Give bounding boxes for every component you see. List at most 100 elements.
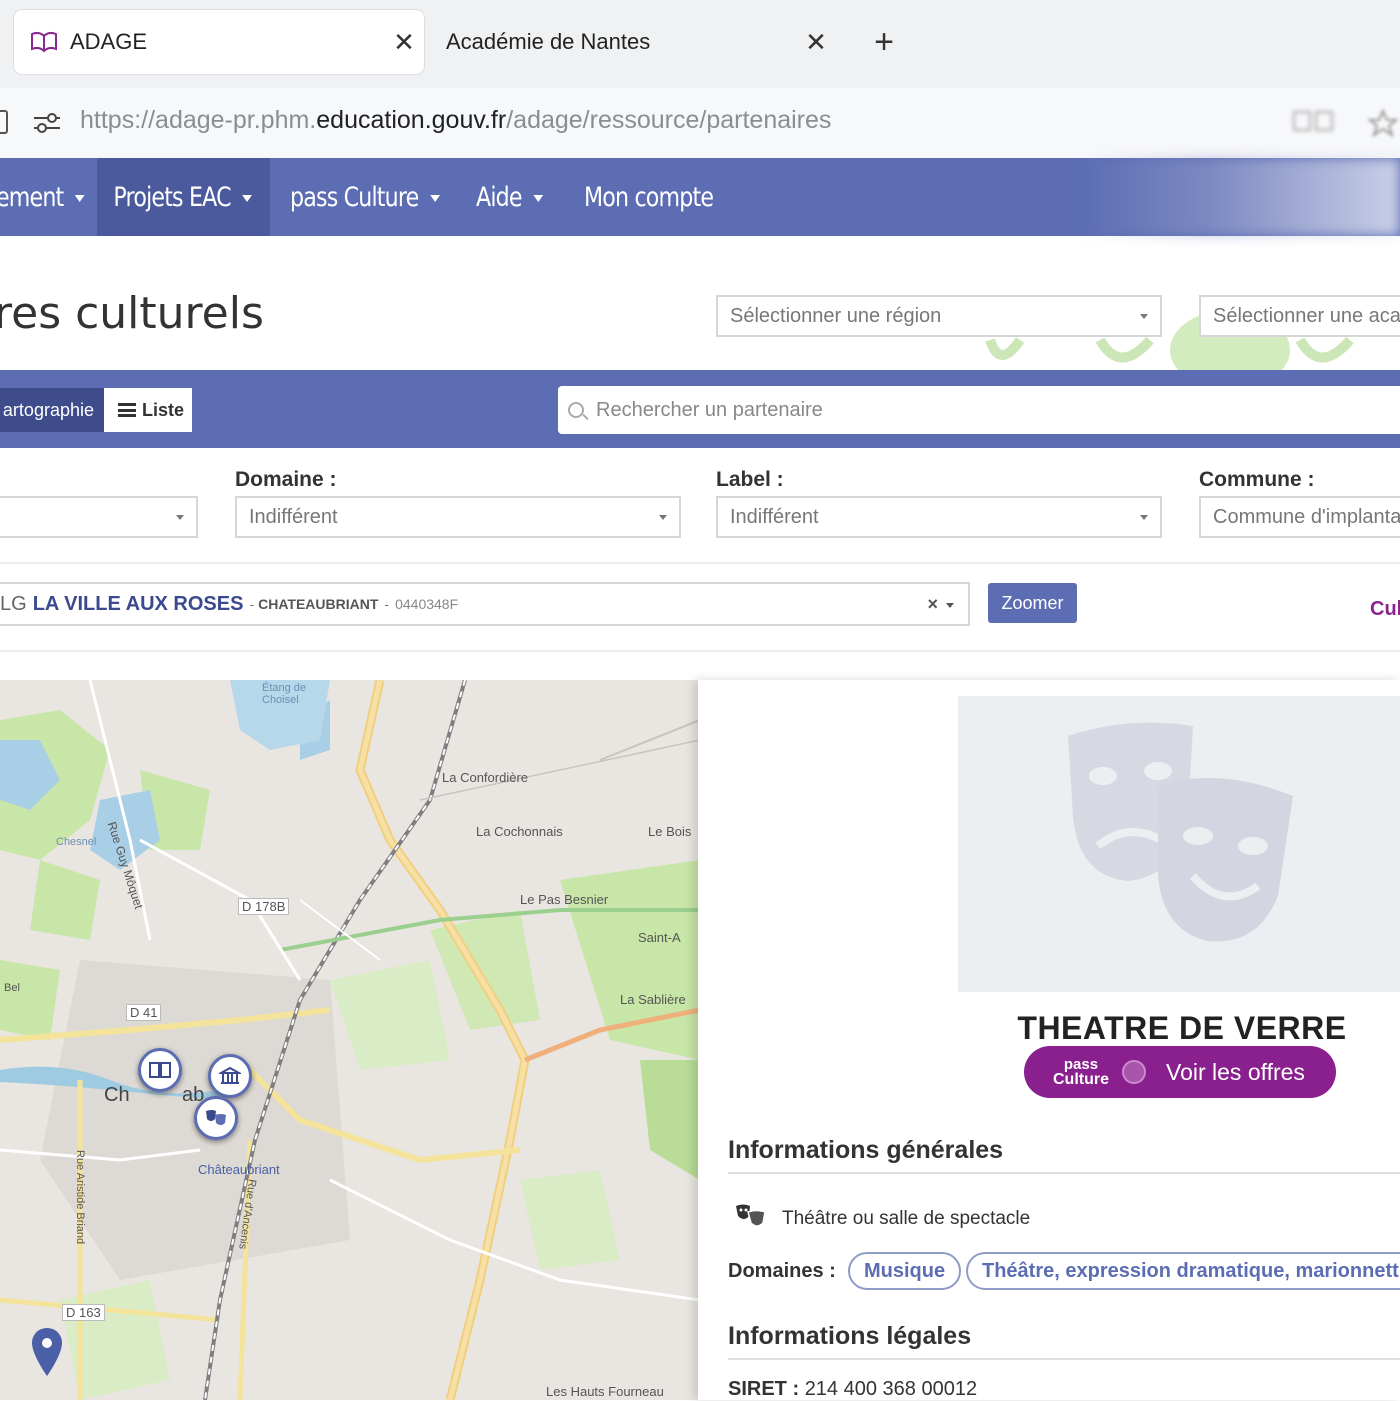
search-input[interactable] bbox=[596, 398, 1296, 422]
tab-adage[interactable]: ADAGE ✕ bbox=[14, 10, 424, 74]
pass-culture-badge-icon bbox=[1122, 1060, 1146, 1084]
divider bbox=[728, 1172, 1400, 1174]
view-offers-button[interactable]: pass Culture Voir les offres bbox=[1024, 1046, 1336, 1098]
general-info-heading: Informations générales bbox=[728, 1136, 1004, 1164]
favorite-star-icon[interactable] bbox=[1368, 108, 1398, 138]
url-field[interactable]: https://adage-pr.phm.education.gouv.fr/a… bbox=[80, 106, 831, 135]
pass-culture-logo: Cul bbox=[1370, 598, 1400, 620]
partner-marker-library[interactable] bbox=[138, 1048, 182, 1092]
commune-select[interactable]: Commune d'implanta bbox=[1199, 496, 1400, 538]
list-view-button[interactable]: Liste bbox=[104, 388, 192, 432]
map-road-label: D 41 bbox=[126, 1004, 162, 1021]
pass-culture-logo-line: Culture bbox=[1053, 1071, 1109, 1088]
nav-item-label: Projets EAC bbox=[113, 181, 231, 213]
nav-item-pass-culture[interactable]: pass Culture bbox=[290, 158, 440, 236]
view-offers-label: Voir les offres bbox=[1166, 1058, 1305, 1085]
pass-culture-logo: pass Culture bbox=[1046, 1056, 1116, 1088]
list-view-label: Liste bbox=[142, 399, 185, 420]
region-select-value: Sélectionner une région bbox=[730, 304, 942, 327]
theatre-masks-icon bbox=[736, 1204, 766, 1227]
partner-marker-museum[interactable] bbox=[208, 1054, 252, 1098]
partner-image-placeholder bbox=[958, 696, 1400, 992]
book-icon bbox=[149, 1062, 171, 1078]
address-bar: https://adage-pr.phm.education.gouv.fr/a… bbox=[0, 88, 1400, 158]
map-road-label: D 163 bbox=[62, 1304, 105, 1321]
domain-chip: Musique bbox=[848, 1252, 962, 1290]
domaines-label: Domaines : bbox=[728, 1260, 836, 1282]
siret-value: 214 400 368 00012 bbox=[804, 1378, 978, 1400]
main-navigation: ement Projets EAC pass Culture Aide Mon … bbox=[0, 158, 1400, 236]
chevron-down-icon bbox=[533, 195, 544, 202]
domaine-select[interactable]: Indifférent bbox=[235, 496, 681, 538]
reader-mode-icon[interactable] bbox=[1290, 108, 1340, 134]
chevron-down-icon bbox=[1140, 515, 1148, 520]
map-water-label: Étang de Choisel bbox=[262, 682, 307, 706]
academie-select[interactable]: Sélectionner une aca bbox=[1199, 295, 1400, 337]
map-place-label: Saint-A bbox=[638, 930, 681, 945]
chevron-down-icon bbox=[242, 195, 253, 202]
siret-label: SIRET : bbox=[728, 1378, 800, 1400]
school-name: LA VILLE AUX ROSES bbox=[32, 592, 244, 615]
nav-item-etablissement[interactable]: ement bbox=[0, 158, 85, 236]
chevron-down-icon bbox=[946, 603, 954, 608]
school-separator: - bbox=[384, 596, 390, 612]
school-uai: 0440348F bbox=[395, 596, 459, 612]
map-place-label: Le Bois bbox=[648, 824, 692, 839]
tab-title: Académie de Nantes bbox=[446, 29, 651, 54]
map-pin-icon[interactable] bbox=[30, 1326, 64, 1378]
map-view-label: artographie bbox=[2, 399, 94, 420]
site-settings-icon[interactable] bbox=[32, 110, 62, 136]
map-place-label: La Confordière bbox=[442, 770, 528, 785]
map-place-label: Bel bbox=[4, 982, 20, 994]
map-place-label: Les Hauts Fourneau bbox=[546, 1384, 664, 1399]
divider bbox=[0, 650, 1400, 652]
museum-icon bbox=[219, 1066, 241, 1084]
label-filter-label: Label : bbox=[716, 468, 784, 491]
map-tiles bbox=[0, 680, 700, 1400]
nav-item-label: Aide bbox=[476, 181, 523, 213]
map-street-label: Rue Aristide Briand bbox=[74, 1150, 86, 1245]
lock-icon[interactable] bbox=[0, 110, 8, 134]
chevron-down-icon bbox=[429, 195, 440, 202]
map-place-label: La Sablière bbox=[620, 992, 686, 1007]
label-select[interactable]: Indifférent bbox=[716, 496, 1162, 538]
nav-item-projets-eac[interactable]: Projets EAC bbox=[97, 158, 271, 236]
pass-culture-logo-line: pass bbox=[1063, 1056, 1099, 1073]
url-host: education.gouv.fr bbox=[316, 106, 507, 134]
partner-map[interactable]: La Confordière La Cochonnais Le Bois Le … bbox=[0, 680, 700, 1400]
nav-item-mon-compte[interactable]: Mon compte bbox=[584, 158, 714, 236]
nav-item-label: Mon compte bbox=[584, 181, 714, 213]
map-town-label: Ch bbox=[104, 1084, 130, 1106]
domaine-filter-label: Domaine : bbox=[235, 468, 337, 491]
region-select[interactable]: Sélectionner une région bbox=[716, 295, 1162, 337]
partner-search[interactable] bbox=[558, 386, 1400, 434]
new-tab-icon[interactable]: + bbox=[866, 22, 902, 62]
map-view-button[interactable]: artographie bbox=[0, 388, 104, 432]
divider bbox=[728, 1358, 1400, 1360]
page-title: res culturels bbox=[0, 288, 264, 339]
zoom-button[interactable]: Zoomer bbox=[988, 583, 1077, 623]
partner-detail-panel: THEATRE DE VERRE pass Culture Voir les o… bbox=[698, 680, 1400, 1400]
map-place-label: La Cochonnais bbox=[476, 824, 563, 839]
partner-category: Théâtre ou salle de spectacle bbox=[782, 1208, 1031, 1229]
map-water-label: Chesnel bbox=[56, 836, 97, 848]
clear-icon[interactable]: × bbox=[927, 594, 938, 615]
tab-academie-nantes[interactable]: Académie de Nantes ✕ bbox=[446, 10, 836, 74]
divider bbox=[0, 562, 1400, 564]
map-place-label: Le Pas Besnier bbox=[520, 892, 609, 907]
chevron-down-icon bbox=[659, 515, 667, 520]
nav-item-aide[interactable]: Aide bbox=[476, 158, 544, 236]
filter-select-type[interactable] bbox=[0, 496, 198, 538]
url-path: /adage/ressource/partenaires bbox=[506, 106, 832, 134]
close-icon[interactable]: ✕ bbox=[796, 27, 836, 58]
nav-item-label: ement bbox=[0, 181, 64, 213]
school-city: CHATEAUBRIANT bbox=[258, 596, 379, 612]
theatre-masks-icon bbox=[206, 1110, 226, 1125]
nav-blur-overlay bbox=[1080, 158, 1400, 236]
school-prefix: LG bbox=[0, 592, 27, 615]
selected-school-select[interactable]: LG LA VILLE AUX ROSES - CHATEAUBRIANT - … bbox=[0, 582, 970, 626]
domain-chip: Théâtre, expression dramatique, marionne… bbox=[966, 1252, 1400, 1290]
partner-marker-theatre[interactable] bbox=[194, 1096, 238, 1140]
close-icon[interactable]: ✕ bbox=[384, 27, 424, 58]
adage-book-icon bbox=[31, 31, 57, 53]
